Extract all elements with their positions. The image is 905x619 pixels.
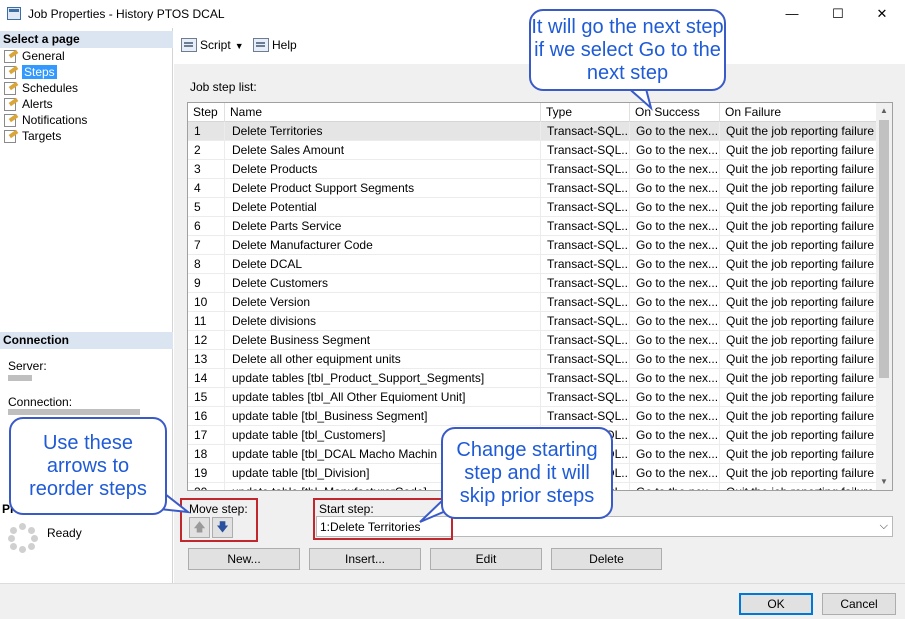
callout-start-step: Change starting step and it will skip pr… (441, 427, 613, 519)
callout-reorder-arrows: Use these arrows to reorder steps (9, 417, 167, 515)
callout-tails (147, 84, 653, 523)
callout-go-next: It will go the next step if we select Go… (529, 9, 726, 91)
